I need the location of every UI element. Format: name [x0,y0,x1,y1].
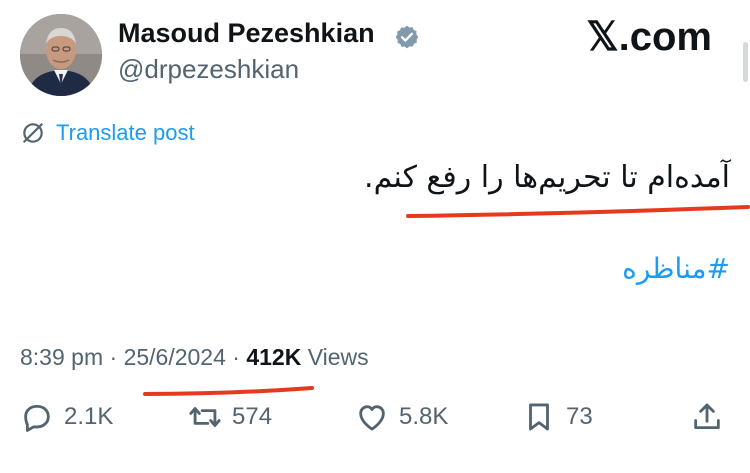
scrollbar[interactable] [740,0,750,473]
verified-badge-icon [395,25,419,49]
brand-logo-text: 𝕏.com [586,15,712,59]
post-date[interactable]: 25/6/2024 [124,344,226,370]
avatar[interactable] [20,14,102,96]
like-count: 5.8K [399,403,449,430]
heart-icon [359,405,385,431]
avatar-photo [20,14,102,96]
share-icon [694,403,720,430]
post-text: آمده‌ام تا تحریم‌ها را رفع کنم. [364,160,730,195]
date-underline [143,386,314,396]
bookmark-count: 73 [566,403,593,430]
like-button[interactable]: 5.8K [355,400,448,434]
translate-post-label: Translate post [56,120,195,145]
bookmark-button[interactable]: 73 [522,400,593,434]
meta-separator: · [109,344,118,370]
author-handle[interactable]: @drpezeshkian [118,54,299,85]
repost-count: 574 [232,403,273,430]
action-bar: 2.1K 574 5.8K 73 [0,400,750,446]
post-time[interactable]: 8:39 pm [20,344,103,370]
reply-button[interactable]: 2.1K [20,400,113,434]
scrollbar-thumb[interactable] [743,42,748,82]
post-meta: 8:39 pm · 25/6/2024 · 412K Views [20,344,369,371]
views-label: Views [307,344,369,370]
views-count: 412K [246,344,302,370]
translate-icon [23,123,43,143]
share-button[interactable] [690,400,724,434]
bookmark-icon [529,403,549,431]
reply-icon [24,404,50,432]
repost-icon [189,407,221,427]
translate-post-link[interactable]: Translate post [20,120,195,146]
hashtag-link[interactable]: #مناظره [622,252,730,285]
reply-count: 2.1K [64,403,114,430]
meta-separator: · [232,344,240,370]
repost-button[interactable]: 574 [188,400,272,434]
post-text-underline [406,205,750,218]
author-name[interactable]: Masoud Pezeshkian [118,18,375,49]
